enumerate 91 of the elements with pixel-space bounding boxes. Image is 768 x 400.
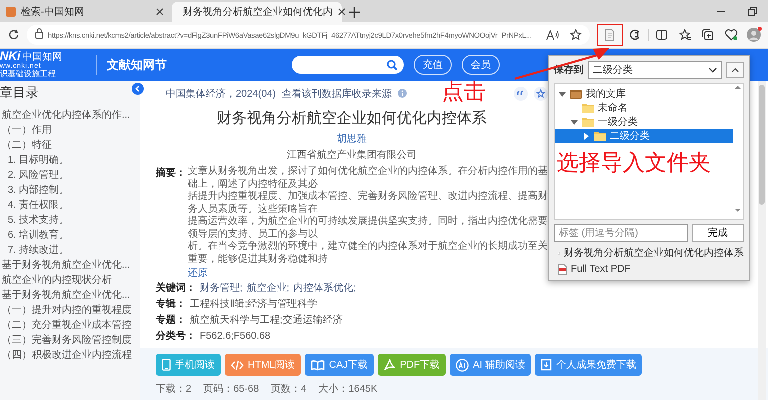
tree-item[interactable]: 我的文库 xyxy=(555,87,733,101)
collapsed-caret-icon xyxy=(583,132,590,140)
toc-item[interactable]: 基于财务视角航空企业优化... xyxy=(0,288,140,303)
abstract-line: 提高运营效率，为航空企业的可持续发展提供坚实支持。同时，指出内控优化需要领导层的支持、员工的参与以 xyxy=(188,216,548,240)
toc-item[interactable]: 2. 风险管理。 xyxy=(0,168,140,183)
code-icon xyxy=(231,360,244,370)
library-icon xyxy=(570,89,582,99)
heart-icon xyxy=(724,29,738,41)
field-label: 分类号： xyxy=(156,330,196,343)
article-stat: 页数：4 xyxy=(271,383,307,396)
journal-source: 中国集体经济，2024(04) xyxy=(166,88,276,101)
phone-icon xyxy=(162,359,171,371)
abstract-line: 析。在当今竞争激烈的环境中，建立健全的内控体系对于航空企业的长期成功至关重要，能够促进其财务稳健和持 xyxy=(188,241,548,266)
done-button[interactable]: 完成 xyxy=(692,224,744,242)
field-label: 专题： xyxy=(156,314,186,327)
toc-item[interactable]: （二）特征 xyxy=(0,138,140,153)
toc-item[interactable]: （二）充分重视企业成本管控 xyxy=(0,318,140,333)
close-icon[interactable] xyxy=(156,8,164,16)
field-value: 工程科技Ⅱ辑;经济与管理科学 xyxy=(190,298,318,311)
source-link[interactable]: 查看该刊数据库收录来源 xyxy=(282,87,392,101)
toc-item[interactable]: 4. 责任权限。 xyxy=(0,198,140,213)
keyword-link[interactable]: 内控体系优化; xyxy=(294,281,356,295)
collapse-button[interactable] xyxy=(726,62,744,78)
ai-icon xyxy=(456,358,470,372)
toc-item[interactable]: 航空企业优化内控体系的作... xyxy=(0,108,140,123)
document-icon xyxy=(605,29,615,41)
browser-tab[interactable]: 检索-中国知网 xyxy=(0,2,170,22)
field-value: F562.6;F560.68 xyxy=(200,330,271,342)
toc-item[interactable]: 基于财务视角航空企业优化... xyxy=(0,258,140,273)
toc-item[interactable]: （一）提升对内控的重视程度 xyxy=(0,303,140,318)
folder-icon xyxy=(594,131,606,141)
tree-item[interactable]: 一级分类 xyxy=(555,115,733,129)
split-screen-icon xyxy=(656,29,668,41)
section-title: 文献知网节 xyxy=(107,56,167,74)
favorites-icon xyxy=(678,29,692,41)
chevron-up-icon xyxy=(732,68,738,72)
expanded-caret-icon xyxy=(571,118,578,126)
header-button[interactable]: 会员 xyxy=(462,55,500,75)
close-icon[interactable] xyxy=(338,8,346,16)
annotation-text: 点击 xyxy=(442,80,486,104)
pdf-file-icon xyxy=(558,264,567,275)
toc-item[interactable]: 1. 目标明确。 xyxy=(0,153,140,168)
toc-item[interactable]: 6. 培训教育。 xyxy=(0,228,140,243)
article-title: 财务视角分析航空企业如何优化内控体系 xyxy=(217,109,487,128)
pdf-icon xyxy=(384,359,396,371)
folder-dropdown[interactable]: 二级分类 xyxy=(588,61,722,79)
toc-item[interactable]: 7. 持续改进。 xyxy=(0,243,140,258)
tree-item[interactable]: 二级分类 xyxy=(555,129,733,143)
abstract-line: 文章从财务视角出发，探讨了如何优化航空企业的内控体系。在分析内控作用的基础上，阐述了内控特征及其必 xyxy=(188,166,548,190)
abstract-line: 括提升内控重视程度、加强成本管控、完善财务风险管理、改进内控流程、提高财务人员素质等。这些策略旨在 xyxy=(188,191,548,216)
toc-heading: 章目录 xyxy=(0,84,39,102)
toc-item[interactable]: （一）作用 xyxy=(0,123,140,138)
organization: 江西省航空产业集团有限公司 xyxy=(287,148,417,162)
restore-link[interactable]: 还原 xyxy=(188,266,208,280)
toc-item[interactable]: 航空企业的内控现状分析 xyxy=(0,273,140,288)
article-stat: 下载：2 xyxy=(156,382,192,396)
toc-item[interactable]: 5. 技术支持。 xyxy=(0,213,140,228)
annotation-text: 选择导入文件夹 xyxy=(557,149,711,177)
collapse-icon[interactable] xyxy=(132,83,144,95)
tags-input[interactable]: 标签 (用逗号分隔) xyxy=(554,224,688,242)
field-label: 专辑： xyxy=(156,298,186,311)
tree-item[interactable]: 未命名 xyxy=(555,101,733,115)
toc-item[interactable]: 3. 内部控制。 xyxy=(0,183,140,198)
header-button[interactable]: 充值 xyxy=(414,55,452,75)
chevron-down-icon xyxy=(709,68,717,72)
keyword-link[interactable]: 财务管理; xyxy=(200,281,243,295)
article-stat: 页码：65-68 xyxy=(204,383,260,396)
article-stat: 大小：1645K xyxy=(318,382,378,396)
collections-icon xyxy=(702,29,714,41)
saved-item-title: 财务视角分析航空企业如何优化内控体系 xyxy=(564,246,744,260)
book-icon xyxy=(311,360,326,370)
folder-icon xyxy=(582,103,594,113)
download-document-icon xyxy=(541,359,552,371)
avatar-icon xyxy=(746,27,762,43)
star-icon[interactable] xyxy=(534,87,548,101)
toc-item[interactable]: （四）积极改进企业内控流程 xyxy=(0,348,140,363)
folder-icon xyxy=(582,117,594,127)
quote-icon[interactable] xyxy=(514,87,528,101)
author-link[interactable]: 胡思雅 xyxy=(337,132,367,146)
keyword-link[interactable]: 航空企业; xyxy=(246,281,290,295)
field-label: 关键词： xyxy=(156,282,196,295)
field-value: 航空航天科学与工程;交通运输经济 xyxy=(190,314,343,327)
scrollbar[interactable] xyxy=(758,81,766,400)
swirl-icon xyxy=(629,29,641,41)
toc-item[interactable]: （三）完善财务风险管控制度 xyxy=(0,333,140,348)
abstract-label: 摘要： xyxy=(156,166,186,181)
search-icon[interactable] xyxy=(387,60,398,70)
saved-item-title: Full Text PDF xyxy=(571,264,631,275)
expanded-caret-icon xyxy=(559,90,566,98)
search-field[interactable] xyxy=(292,56,404,74)
site-favicon-icon xyxy=(6,7,16,17)
